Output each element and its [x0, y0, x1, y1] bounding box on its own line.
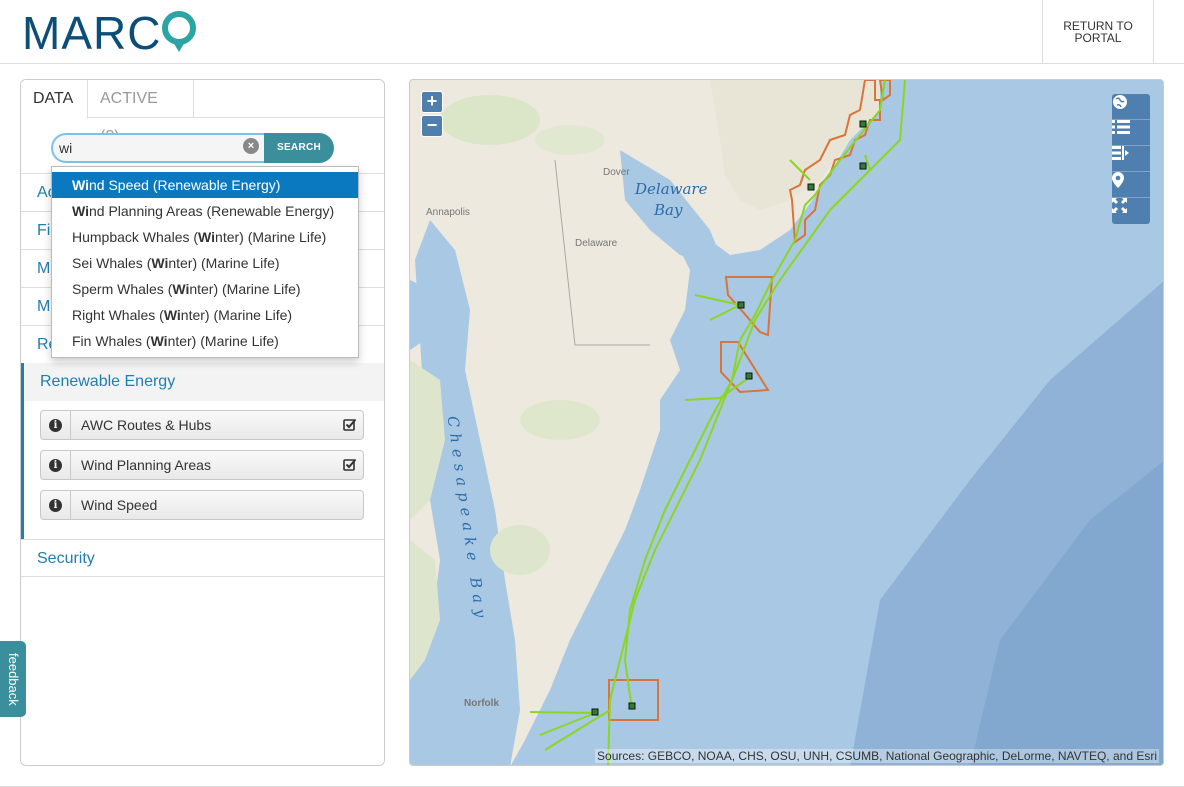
- layer-label: Wind Planning Areas: [81, 457, 211, 473]
- marker-icon[interactable]: [1112, 172, 1150, 198]
- info-button[interactable]: i: [41, 411, 71, 439]
- clear-search-icon[interactable]: ×: [243, 138, 259, 154]
- map-view[interactable]: Delaware Bay Chesapeake Bay Dover Annapo…: [409, 79, 1164, 766]
- tab-active[interactable]: ACTIVE (2): [88, 80, 194, 145]
- suggestion-item[interactable]: Fin Whales (Winter) (Marine Life): [52, 328, 358, 354]
- category-renewable-energy: Renewable Energy i AWC Routes & Hubs i W…: [21, 363, 384, 539]
- marco-logo[interactable]: MARC: [22, 6, 197, 60]
- suggestion-item[interactable]: Sei Whales (Winter) (Marine Life): [52, 250, 358, 276]
- info-icon: i: [49, 498, 62, 512]
- checkbox-checked-icon[interactable]: [343, 458, 357, 471]
- layer-label: AWC Routes & Hubs: [81, 417, 212, 433]
- fullscreen-icon[interactable]: [1112, 198, 1150, 224]
- info-button[interactable]: i: [41, 491, 71, 519]
- map-label-norfolk: Norfolk: [464, 698, 499, 709]
- search-button[interactable]: SEARCH: [264, 133, 334, 163]
- layer-label: Wind Speed: [81, 497, 158, 513]
- app-header: MARC RETURN TO PORTAL: [0, 0, 1184, 64]
- map-label-annapolis: Annapolis: [426, 207, 470, 218]
- logo-pin-icon: [162, 8, 197, 58]
- layer-awc-routes[interactable]: i AWC Routes & Hubs: [40, 410, 364, 440]
- return-to-portal-button[interactable]: RETURN TO PORTAL: [1042, 0, 1154, 64]
- map-label-delaware-bay: Delaware: [635, 180, 708, 198]
- suggestion-item[interactable]: Wind Planning Areas (Renewable Energy): [52, 198, 358, 224]
- zoom-out-button[interactable]: −: [421, 115, 443, 137]
- layer-search: × SEARCH: [51, 133, 334, 163]
- list-icon[interactable]: [1112, 120, 1150, 146]
- map-label-delaware-bay: Bay: [654, 201, 683, 219]
- suggestion-item[interactable]: Wind Speed (Renewable Energy): [52, 172, 358, 198]
- zoom-in-button[interactable]: +: [421, 91, 443, 113]
- map-label-delaware-state: Delaware: [575, 238, 618, 249]
- globe-icon[interactable]: [1112, 94, 1150, 120]
- map-attribution: Sources: GEBCO, NOAA, CHS, OSU, UNH, CSU…: [595, 749, 1159, 763]
- logo-text: MARC: [22, 7, 162, 59]
- info-icon: i: [49, 458, 62, 472]
- info-icon: i: [49, 418, 62, 432]
- layer-wind-speed[interactable]: i Wind Speed: [40, 490, 364, 520]
- layer-wind-planning-areas[interactable]: i Wind Planning Areas: [40, 450, 364, 480]
- map-label-dover: Dover: [603, 167, 630, 178]
- category-security[interactable]: Security: [21, 539, 384, 577]
- feedback-tab[interactable]: feedback: [0, 641, 26, 717]
- tab-data[interactable]: DATA: [21, 80, 88, 119]
- category-title[interactable]: Renewable Energy: [24, 363, 384, 401]
- suggestion-item[interactable]: Right Whales (Winter) (Marine Life): [52, 302, 358, 328]
- search-input[interactable]: [51, 133, 266, 163]
- suggestion-item[interactable]: Humpback Whales (Winter) (Marine Life): [52, 224, 358, 250]
- map-tools: [1112, 94, 1150, 224]
- basemap: [410, 80, 1163, 765]
- search-suggestions: Wind Speed (Renewable Energy) Wind Plann…: [51, 166, 359, 358]
- info-button[interactable]: i: [41, 451, 71, 479]
- panel-tabs: DATA ACTIVE (2): [21, 80, 384, 145]
- suggestion-item[interactable]: Sperm Whales (Winter) (Marine Life): [52, 276, 358, 302]
- legend-icon[interactable]: [1112, 146, 1150, 172]
- checkbox-checked-icon[interactable]: [343, 418, 357, 431]
